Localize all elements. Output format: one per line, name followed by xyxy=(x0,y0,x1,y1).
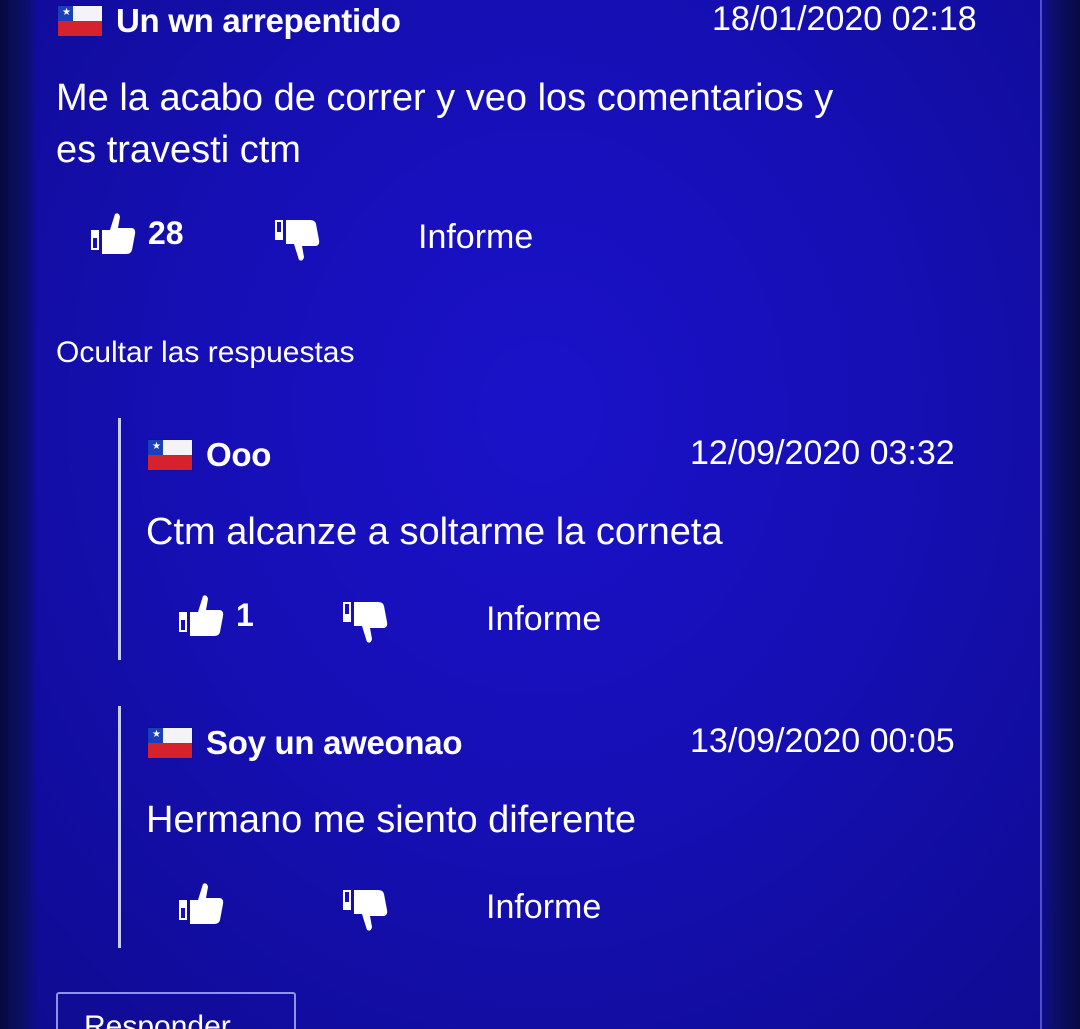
respond-label: Responder xyxy=(84,1010,231,1029)
reply-timestamp: 12/09/2020 03:32 xyxy=(690,434,955,472)
comment-header: ★ Un wn arrepentido xyxy=(58,2,401,40)
comment-username[interactable]: Un wn arrepentido xyxy=(116,2,401,40)
left-edge xyxy=(0,0,38,1029)
report-link[interactable]: Informe xyxy=(486,600,601,639)
chile-flag-icon: ★ xyxy=(148,440,192,470)
comment-text-line-1: Me la acabo de correr y veo los comentar… xyxy=(56,77,834,119)
reply-header: ★ Soy un aweonao xyxy=(148,724,462,762)
hide-replies-link[interactable]: Ocultar las respuestas xyxy=(56,336,354,370)
reply-username[interactable]: Ooo xyxy=(206,436,271,474)
comment-actions: 28 xyxy=(88,208,184,258)
right-divider xyxy=(1040,0,1042,1029)
like-count: 1 xyxy=(236,596,254,633)
reply-text: Hermano me siento diferente xyxy=(146,799,637,841)
respond-button[interactable]: Responder xyxy=(56,992,296,1029)
chile-flag-icon: ★ xyxy=(58,6,102,36)
reply-actions: 1 xyxy=(176,590,254,640)
like-count: 28 xyxy=(148,214,184,251)
thumbs-down-icon[interactable] xyxy=(340,598,390,648)
reply-username[interactable]: Soy un aweonao xyxy=(206,724,462,762)
comment-text: Me la acabo de correr y veo los comentar… xyxy=(56,72,833,176)
comments-screen: ★ Un wn arrepentido 18/01/2020 02:18 Me … xyxy=(0,0,1080,1029)
report-link[interactable]: Informe xyxy=(418,218,533,257)
reply-timestamp: 13/09/2020 00:05 xyxy=(690,722,955,760)
reply-header: ★ Ooo xyxy=(148,436,271,474)
comment-timestamp: 18/01/2020 02:18 xyxy=(712,0,977,38)
reply-actions xyxy=(176,878,236,928)
reply-text: Ctm alcanze a soltarme la corneta xyxy=(146,511,723,553)
thumbs-up-icon[interactable] xyxy=(176,590,226,640)
thumbs-down-icon[interactable] xyxy=(272,216,322,266)
chile-flag-icon: ★ xyxy=(148,728,192,758)
reply-thread-line xyxy=(118,706,121,948)
comment-text-line-2: es travesti ctm xyxy=(56,129,301,171)
thumbs-up-icon[interactable] xyxy=(176,878,226,928)
report-link[interactable]: Informe xyxy=(486,888,601,927)
thumbs-up-icon[interactable] xyxy=(88,208,138,258)
right-edge xyxy=(1040,0,1080,1029)
thumbs-down-icon[interactable] xyxy=(340,886,390,936)
reply-thread-line xyxy=(118,418,121,660)
